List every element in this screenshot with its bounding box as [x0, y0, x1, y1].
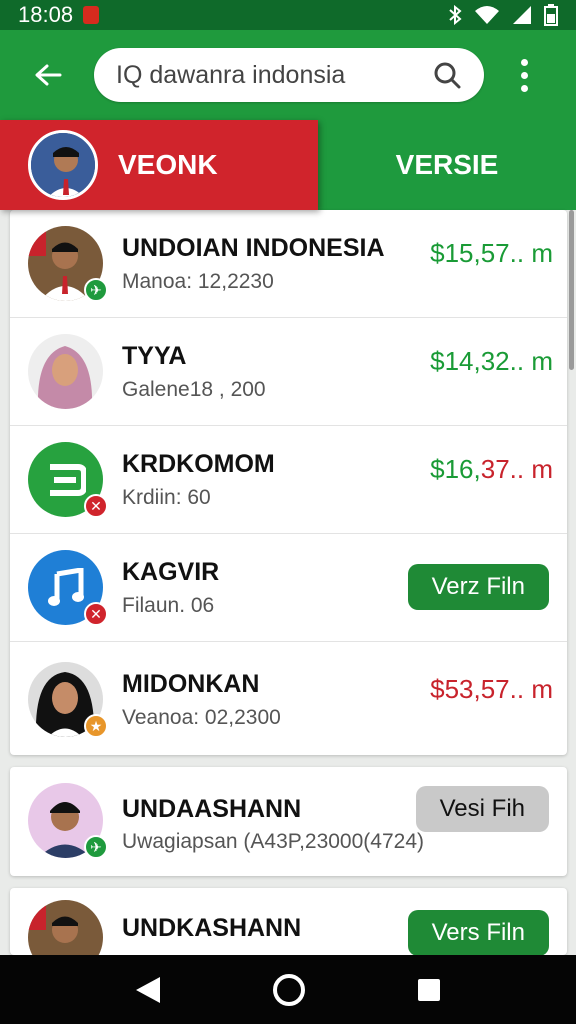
- avatar: [28, 334, 103, 409]
- back-arrow-icon: [35, 64, 62, 86]
- item-name: UNDAASHANN: [122, 795, 302, 823]
- status-icons: [448, 4, 558, 26]
- more-vert-icon: [520, 58, 528, 66]
- navigation-bar: [0, 955, 576, 1024]
- list-item[interactable]: ✈ UNDOIAN INDONESIA Manoa: 12,2230 $15,5…: [10, 210, 567, 318]
- wifi-icon: [475, 6, 499, 24]
- tab-versie[interactable]: VERSIE: [318, 120, 576, 210]
- tab-label: VERSIE: [395, 149, 499, 180]
- item-subtitle: Krdiin: 60: [122, 486, 211, 509]
- home-circle-icon[interactable]: [271, 972, 307, 1008]
- item-name: KRDKOMOM: [122, 450, 275, 478]
- item-subtitle: Galene18 , 200: [122, 378, 266, 401]
- results-list: ✈ UNDOIAN INDONESIA Manoa: 12,2230 $15,5…: [10, 210, 567, 755]
- plane-badge-icon: ✈: [84, 278, 108, 302]
- error-badge-icon: ✕: [84, 602, 108, 626]
- item-name: UNDKASHANN: [122, 914, 302, 942]
- list-item[interactable]: ★ MIDONKAN Veanoa: 02,2300 $53,57.. m: [10, 642, 567, 755]
- item-amount: $53,57.. m: [430, 674, 553, 704]
- item-name: TYYA: [122, 342, 187, 370]
- recents-square-icon[interactable]: [416, 977, 442, 1003]
- more-options-button[interactable]: [514, 55, 534, 95]
- item-amount: $16,37.. m: [430, 454, 553, 484]
- item-name: MIDONKAN: [122, 670, 260, 698]
- tab-label: VEONK: [118, 149, 218, 180]
- item-name: UNDOIAN INDONESIA: [122, 234, 385, 262]
- back-button[interactable]: [22, 49, 74, 101]
- search-input[interactable]: IQ dawanra indonsia: [116, 61, 432, 90]
- search-button[interactable]: [432, 60, 462, 90]
- tab-avatar: [28, 130, 98, 200]
- list-item[interactable]: ✕ KAGVIR Filaun. 06 Verz Filn: [10, 534, 567, 642]
- item-subtitle: Manoa: 12,2230: [122, 270, 274, 293]
- item-subtitle: Veanoa: 02,2300: [122, 706, 281, 729]
- battery-icon: [544, 4, 558, 26]
- tab-veonk[interactable]: VEONK: [0, 120, 318, 210]
- search-icon: [434, 62, 461, 89]
- notification-icon: [83, 6, 100, 24]
- avatar: [28, 900, 103, 955]
- search-bar[interactable]: IQ dawanra indonsia: [94, 48, 484, 102]
- back-triangle-icon[interactable]: [134, 975, 162, 1005]
- item-amount: $15,57.. m: [430, 238, 553, 268]
- error-badge-icon: ✕: [84, 494, 108, 518]
- list-item-card[interactable]: UNDKASHANN Vers Filn: [10, 888, 567, 955]
- view-file-button[interactable]: Vers Filn: [407, 910, 549, 955]
- plane-badge-icon: ✈: [84, 835, 108, 859]
- list-item[interactable]: TYYA Galene18 , 200 $14,32.. m: [10, 318, 567, 426]
- item-name: KAGVIR: [122, 558, 220, 586]
- signal-icon: [513, 6, 531, 24]
- status-bar: 18:08: [0, 0, 576, 30]
- item-subtitle: Filaun. 06: [122, 594, 215, 617]
- view-file-button[interactable]: Vesi Fih: [415, 786, 549, 832]
- list-item[interactable]: ✕ KRDKOMOM Krdiin: 60 $16,37.. m: [10, 426, 567, 534]
- scrollbar[interactable]: [569, 210, 574, 370]
- status-time: 18:08: [18, 2, 74, 27]
- item-amount: $14,32.. m: [430, 346, 553, 376]
- tab-bar: VEONK VERSIE: [0, 120, 576, 210]
- view-file-button[interactable]: Verz Filn: [407, 564, 549, 610]
- bluetooth-icon: [449, 5, 462, 25]
- list-item-card[interactable]: ✈ UNDAASHANN Uwagiapsan (A43P,23000(4724…: [10, 767, 567, 876]
- star-badge-icon: ★: [84, 714, 108, 738]
- item-subtitle: Uwagiapsan (A43P,23000(4724): [122, 830, 424, 853]
- app-bar: IQ dawanra indonsia: [0, 30, 576, 120]
